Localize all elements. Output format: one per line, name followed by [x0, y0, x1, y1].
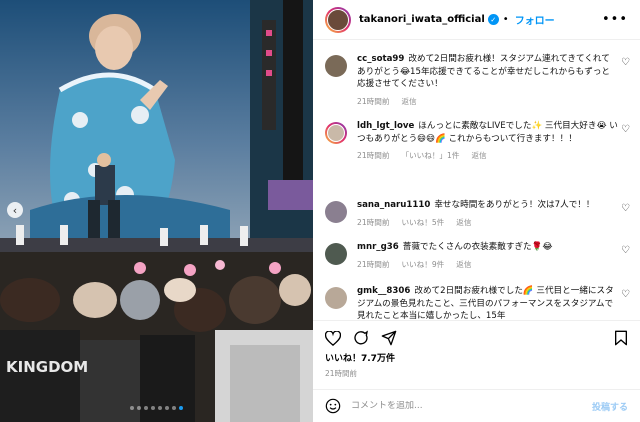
reply-button[interactable]: 返信: [401, 96, 416, 109]
comment-username[interactable]: mnr_g36: [357, 242, 399, 252]
comment-likes[interactable]: いいね！9件: [401, 259, 444, 272]
follow-button[interactable]: フォロー: [515, 12, 555, 27]
post-sidebar: takanori_iwata_official ✓ • フォロー ••• cc_…: [313, 0, 640, 422]
commenter-avatar[interactable]: [325, 243, 347, 265]
comment-time[interactable]: 21時間前: [357, 96, 389, 109]
account-name[interactable]: takanori_iwata_official: [359, 14, 485, 25]
more-options-icon[interactable]: •••: [602, 12, 628, 27]
post-comment-button[interactable]: 投稿する: [592, 400, 628, 413]
comment-item: cc_sota99 改めて2日間お疲れ様！スタジアム連れてきてくれてありがとう😂1…: [325, 53, 630, 108]
carousel-dot: [144, 406, 148, 410]
share-send-icon[interactable]: [381, 330, 397, 346]
carousel-dot: [165, 406, 169, 410]
emoji-icon[interactable]: [325, 398, 341, 414]
comment-bubble-icon[interactable]: [353, 330, 369, 346]
commenter-avatar[interactable]: [325, 201, 347, 223]
verified-badge-icon: ✓: [487, 14, 499, 25]
add-comment-bar: 投稿する: [313, 389, 640, 422]
comment-text: 幸せな時間をありがとう！次は7人で！！: [434, 200, 595, 210]
post-header: takanori_iwata_official ✓ • フォロー •••: [313, 0, 640, 40]
carousel-dot: [172, 406, 176, 410]
carousel-dot: [151, 406, 155, 410]
reply-button[interactable]: 返信: [471, 150, 486, 163]
comment-username[interactable]: cc_sota99: [357, 54, 404, 64]
comment-username[interactable]: ldh_lgt_love: [357, 121, 414, 131]
carousel-dot: [158, 406, 162, 410]
comment-input[interactable]: [351, 401, 592, 411]
previous-photo-button[interactable]: ‹: [7, 202, 23, 218]
post-photo[interactable]: KINGDOM ‹: [0, 0, 313, 422]
like-count[interactable]: いいね！7.7万件: [313, 349, 640, 366]
heart-icon[interactable]: ♡: [618, 203, 630, 229]
carousel-indicator: [0, 406, 313, 410]
heart-icon[interactable]: ♡: [618, 289, 630, 319]
concert-photo-image: KINGDOM: [0, 0, 313, 422]
commenter-avatar[interactable]: [325, 287, 347, 309]
commenter-avatar[interactable]: [325, 55, 347, 77]
post-timestamp: 21時間前: [325, 369, 358, 378]
comment-text: 薔薇でたくさんの衣装素敵すぎた🌹😂: [402, 242, 553, 252]
comment-time[interactable]: 21時間前: [357, 259, 389, 272]
carousel-dot: [130, 406, 134, 410]
stage-text: KINGDOM: [6, 358, 88, 376]
comment-likes[interactable]: 「いいね！」1件: [401, 150, 459, 163]
carousel-dot: [179, 406, 183, 410]
chevron-left-icon: ‹: [12, 203, 18, 217]
comment-item: sana_naru1110 幸せな時間をありがとう！次は7人で！！ 21時間前 いい…: [325, 199, 630, 229]
reply-button[interactable]: 返信: [456, 217, 471, 230]
comment-username[interactable]: sana_naru1110: [357, 200, 430, 210]
heart-icon[interactable]: ♡: [618, 124, 630, 163]
comment-time[interactable]: 21時間前: [357, 150, 389, 163]
comment-time[interactable]: 21時間前: [357, 217, 389, 230]
separator-dot: •: [502, 14, 509, 25]
comment-likes[interactable]: いいね！5件: [401, 217, 444, 230]
comment-username[interactable]: gmk__8306: [357, 286, 410, 296]
comments-list: cc_sota99 改めて2日間お疲れ様！スタジアム連れてきてくれてありがとう😂1…: [313, 41, 640, 319]
commenter-avatar[interactable]: [325, 122, 347, 144]
comment-item: mnr_g36 薔薇でたくさんの衣装素敵すぎた🌹😂 21時間前 いいね！9件 返信 ♡: [325, 241, 630, 271]
bookmark-save-icon[interactable]: [614, 330, 628, 346]
like-heart-icon[interactable]: [325, 330, 341, 346]
carousel-dot: [137, 406, 141, 410]
comment-item: ldh_lgt_love ほんっとに素敵なLIVEでした✨ 三代目大好き😭 いつも…: [325, 120, 630, 163]
reply-button[interactable]: 返信: [456, 259, 471, 272]
heart-icon[interactable]: ♡: [618, 245, 630, 271]
account-avatar[interactable]: [325, 6, 351, 33]
heart-icon[interactable]: ♡: [618, 57, 630, 108]
comment-item: gmk__8306 改めて2日間お疲れ様でした🌈 三代目と一緒にスタジアムの景色見…: [325, 285, 630, 319]
